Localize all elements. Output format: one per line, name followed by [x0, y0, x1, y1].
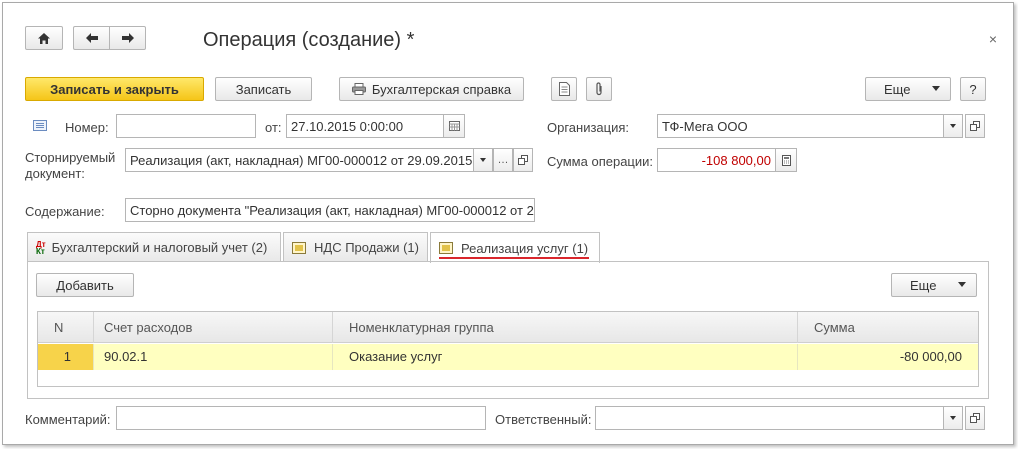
responsible-open-button[interactable] [965, 406, 985, 430]
back-button[interactable] [73, 26, 109, 50]
table-row[interactable]: 1 90.02.1 Оказание услуг -80 000,00 [38, 344, 978, 370]
forward-button[interactable] [109, 26, 146, 50]
tab-vat-sales[interactable]: НДС Продажи (1) [283, 232, 428, 262]
save-button[interactable]: Записать [215, 77, 312, 101]
chevron-down-icon [958, 282, 966, 287]
page-title: Операция (создание) * [203, 29, 415, 51]
column-header-n[interactable]: N [38, 312, 94, 343]
operation-sum-label: Сумма операции: [547, 154, 653, 169]
tab-accounting-label: Бухгалтерский и налоговый учет (2) [51, 240, 268, 255]
number-input[interactable] [116, 114, 256, 138]
save-and-close-button[interactable]: Записать и закрыть [25, 77, 204, 101]
storno-document-label: Сторнируемый документ: [25, 150, 115, 182]
accounting-report-label: Бухгалтерская справка [371, 81, 512, 97]
chevron-down-icon [932, 86, 940, 91]
table-header: N Счет расходов Номенклатурная группа Су… [38, 312, 978, 343]
arrow-left-icon [85, 33, 98, 43]
cell-expense-account[interactable]: 90.02.1 [94, 344, 333, 370]
dropdown-arrow-icon [480, 158, 486, 162]
date-input[interactable]: 27.10.2015 0:00:00 [286, 114, 444, 138]
storno-select-button[interactable]: … [493, 148, 513, 172]
column-header-expense-account[interactable]: Счет расходов [94, 312, 333, 343]
storno-document-input[interactable]: Реализация (акт, накладная) МГ00-000012 … [125, 148, 474, 172]
cell-sum[interactable]: -80 000,00 [798, 344, 978, 370]
organization-input[interactable]: ТФ-Мега ООО [657, 114, 944, 138]
date-label: от: [265, 120, 282, 135]
content-input[interactable]: Сторно документа "Реализация (акт, накла… [125, 198, 535, 222]
printer-icon [351, 83, 366, 95]
comment-label: Комментарий: [25, 412, 111, 427]
dropdown-arrow-icon [950, 124, 956, 128]
tab-accounting[interactable]: Дт Кт Бухгалтерский и налоговый учет (2) [27, 232, 281, 262]
tab-services-sales-label: Реализация услуг (1) [461, 240, 589, 256]
responsible-label: Ответственный: [495, 412, 592, 427]
column-header-item-group[interactable]: Номенклатурная группа [333, 312, 798, 343]
open-window-icon [518, 155, 528, 165]
column-header-sum[interactable]: Сумма [798, 312, 978, 343]
open-window-icon [970, 121, 980, 131]
number-label: Номер: [65, 120, 109, 135]
responsible-dropdown-button[interactable] [943, 406, 963, 430]
operation-window: Операция (создание) * × Записать и закры… [2, 2, 1014, 445]
register-icon [439, 242, 453, 254]
cell-n[interactable]: 1 [38, 344, 94, 370]
ellipsis-icon: … [497, 154, 509, 166]
home-button[interactable] [25, 26, 63, 50]
table-more-label: Еще [910, 277, 937, 293]
help-button[interactable]: ? [960, 77, 986, 101]
responsible-input[interactable] [595, 406, 944, 430]
tab-services-sales[interactable]: Реализация услуг (1) [430, 232, 600, 263]
tab-vat-sales-label: НДС Продажи (1) [314, 240, 419, 255]
attach-file-button[interactable] [586, 77, 612, 101]
organization-open-button[interactable] [965, 114, 985, 138]
more-menu-button[interactable]: Еще [865, 77, 951, 101]
more-menu-label: Еще [884, 81, 911, 97]
document-icon [558, 82, 570, 96]
calendar-icon [448, 121, 460, 131]
organization-dropdown-button[interactable] [943, 114, 963, 138]
open-window-icon [970, 413, 980, 423]
dropdown-arrow-icon [950, 416, 956, 420]
close-icon[interactable]: × [989, 31, 997, 47]
organization-label: Организация: [547, 120, 630, 135]
operation-sum-input[interactable]: -108 800,00 [657, 148, 776, 172]
comment-input[interactable] [116, 406, 486, 430]
home-icon [38, 32, 50, 44]
accounting-report-button[interactable]: Бухгалтерская справка [339, 77, 524, 101]
paperclip-icon [596, 82, 602, 96]
calculator-icon [781, 154, 791, 166]
list-icon [33, 120, 47, 131]
document-structure-button[interactable] [551, 77, 577, 101]
cell-item-group[interactable]: Оказание услуг [333, 344, 798, 370]
active-tab-underline [439, 257, 589, 259]
calendar-button[interactable] [443, 114, 465, 138]
storno-label-line2: документ: [25, 166, 85, 181]
register-icon [292, 241, 306, 254]
arrow-right-icon [121, 33, 134, 43]
services-table[interactable]: N Счет расходов Номенклатурная группа Су… [37, 311, 979, 387]
table-more-button[interactable]: Еще [891, 273, 977, 297]
add-row-button[interactable]: Добавить [36, 273, 134, 297]
storno-open-button[interactable] [513, 148, 533, 172]
dt-kt-icon: Дт Кт [36, 239, 46, 256]
storno-label-line1: Сторнируемый [25, 150, 116, 165]
calculator-button[interactable] [775, 148, 797, 172]
content-label: Содержание: [25, 204, 105, 219]
storno-dropdown-button[interactable] [473, 148, 493, 172]
